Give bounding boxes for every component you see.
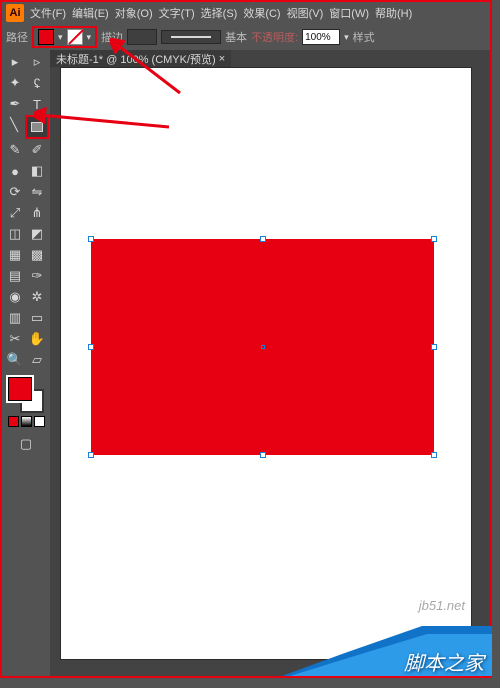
pencil-tool[interactable]: ✐: [26, 140, 48, 160]
fill-color[interactable]: [8, 377, 32, 401]
menu-object[interactable]: 对象(O): [115, 5, 153, 21]
menu-select[interactable]: 选择(S): [201, 5, 238, 21]
line-tool[interactable]: ╲: [3, 115, 25, 135]
none-mode-swatch[interactable]: [34, 416, 45, 427]
rotate-tool[interactable]: ⟳: [4, 182, 26, 202]
menu-file[interactable]: 文件(F): [30, 5, 66, 21]
handle-tr[interactable]: [431, 236, 437, 242]
menu-type[interactable]: 文字(T): [159, 5, 195, 21]
handle-r[interactable]: [431, 344, 437, 350]
handle-t[interactable]: [260, 236, 266, 242]
main-area: ▸▹ ✦ʢ ✒T ╲ ✎✐ ●◧ ⟳⇋ ⤢⋔ ◫◩ ▦▩ ▤✑ ◉✲ ▥▭ ✂✋…: [2, 50, 490, 676]
chevron-down-icon[interactable]: ▾: [58, 32, 63, 43]
width-tool[interactable]: ⋔: [26, 203, 48, 223]
direct-selection-tool[interactable]: ▹: [26, 52, 48, 72]
color-controls[interactable]: [8, 377, 44, 413]
shape-builder-tool[interactable]: ◩: [26, 224, 48, 244]
brush-preview[interactable]: [161, 30, 221, 44]
handle-b[interactable]: [260, 452, 266, 458]
document-tabbar: 未标题-1* @ 100% (CMYK/预览) ×: [50, 50, 490, 67]
reflect-tool[interactable]: ⇋: [26, 182, 48, 202]
menu-help[interactable]: 帮助(H): [375, 5, 412, 21]
stroke-weight-input[interactable]: [127, 29, 157, 45]
opacity-label: 不透明度:: [251, 29, 298, 45]
lasso-tool[interactable]: ʢ: [26, 73, 48, 93]
type-tool[interactable]: T: [26, 94, 48, 114]
path-label: 路径: [6, 29, 28, 45]
color-mode-swatch[interactable]: [8, 416, 19, 427]
brush-label: 基本: [225, 29, 247, 45]
scale-tool[interactable]: ⤢: [4, 203, 26, 223]
hand-tool[interactable]: ✋: [26, 329, 48, 349]
perspective-tool[interactable]: ▦: [4, 245, 26, 265]
menu-edit[interactable]: 编辑(E): [72, 5, 109, 21]
blend-tool[interactable]: ◉: [4, 287, 26, 307]
caption-text: 脚本之家: [404, 647, 484, 676]
blob-brush-tool[interactable]: ●: [4, 161, 26, 181]
slice-tool[interactable]: ✂: [4, 329, 26, 349]
content-area: 未标题-1* @ 100% (CMYK/预览) × jb51.net: [50, 50, 490, 676]
mesh-tool[interactable]: ▩: [26, 245, 48, 265]
screen-mode-tool[interactable]: ▢: [15, 434, 37, 454]
tool-panel: ▸▹ ✦ʢ ✒T ╲ ✎✐ ●◧ ⟳⇋ ⤢⋔ ◫◩ ▦▩ ▤✑ ◉✲ ▥▭ ✂✋…: [2, 50, 50, 676]
selection-tool[interactable]: ▸: [4, 52, 26, 72]
gradient-mode-swatch[interactable]: [21, 416, 32, 427]
rectangle-shape[interactable]: [91, 239, 434, 455]
chevron-down-icon[interactable]: ▾: [87, 32, 92, 43]
symbol-tool[interactable]: ✲: [26, 287, 48, 307]
menu-view[interactable]: 视图(V): [287, 5, 324, 21]
opacity-value[interactable]: 100%: [302, 29, 340, 45]
eyedropper-tool[interactable]: ✑: [26, 266, 48, 286]
paintbrush-tool[interactable]: ✎: [4, 140, 26, 160]
fill-stroke-group: ▾ ▾: [32, 26, 97, 48]
menu-window[interactable]: 窗口(W): [329, 5, 369, 21]
zoom-tool[interactable]: 🔍: [4, 350, 26, 370]
stroke-label: 描边: [101, 29, 123, 45]
tab-title: 未标题-1* @ 100% (CMYK/预览): [56, 51, 216, 67]
fill-swatch[interactable]: [38, 29, 54, 45]
stroke-swatch[interactable]: [67, 29, 83, 45]
menu-effect[interactable]: 效果(C): [243, 5, 280, 21]
magic-wand-tool[interactable]: ✦: [4, 73, 26, 93]
handle-bl[interactable]: [88, 452, 94, 458]
artboard-tool[interactable]: ▭: [26, 308, 48, 328]
graph-tool[interactable]: ▥: [4, 308, 26, 328]
print-tiling-tool[interactable]: ▱: [26, 350, 48, 370]
center-point: [261, 345, 265, 349]
eraser-tool[interactable]: ◧: [26, 161, 48, 181]
document-tab[interactable]: 未标题-1* @ 100% (CMYK/预览) ×: [50, 50, 231, 67]
handle-l[interactable]: [88, 344, 94, 350]
artboard[interactable]: jb51.net: [60, 67, 472, 660]
app-frame: Ai 文件(F) 编辑(E) 对象(O) 文字(T) 选择(S) 效果(C) 视…: [0, 0, 492, 678]
rectangle-icon: [31, 122, 43, 132]
options-bar: 路径 ▾ ▾ 描边 基本 不透明度: 100% ▾ 样式: [2, 24, 490, 50]
free-transform-tool[interactable]: ◫: [4, 224, 26, 244]
handle-br[interactable]: [431, 452, 437, 458]
pen-tool[interactable]: ✒: [4, 94, 26, 114]
watermark: jb51.net: [419, 598, 465, 613]
rectangle-tool[interactable]: [25, 115, 49, 139]
gradient-tool[interactable]: ▤: [4, 266, 26, 286]
chevron-down-icon[interactable]: ▾: [344, 32, 349, 43]
menu-bar: Ai 文件(F) 编辑(E) 对象(O) 文字(T) 选择(S) 效果(C) 视…: [2, 2, 490, 24]
app-logo: Ai: [6, 4, 24, 22]
style-label: 样式: [353, 29, 375, 45]
handle-tl[interactable]: [88, 236, 94, 242]
